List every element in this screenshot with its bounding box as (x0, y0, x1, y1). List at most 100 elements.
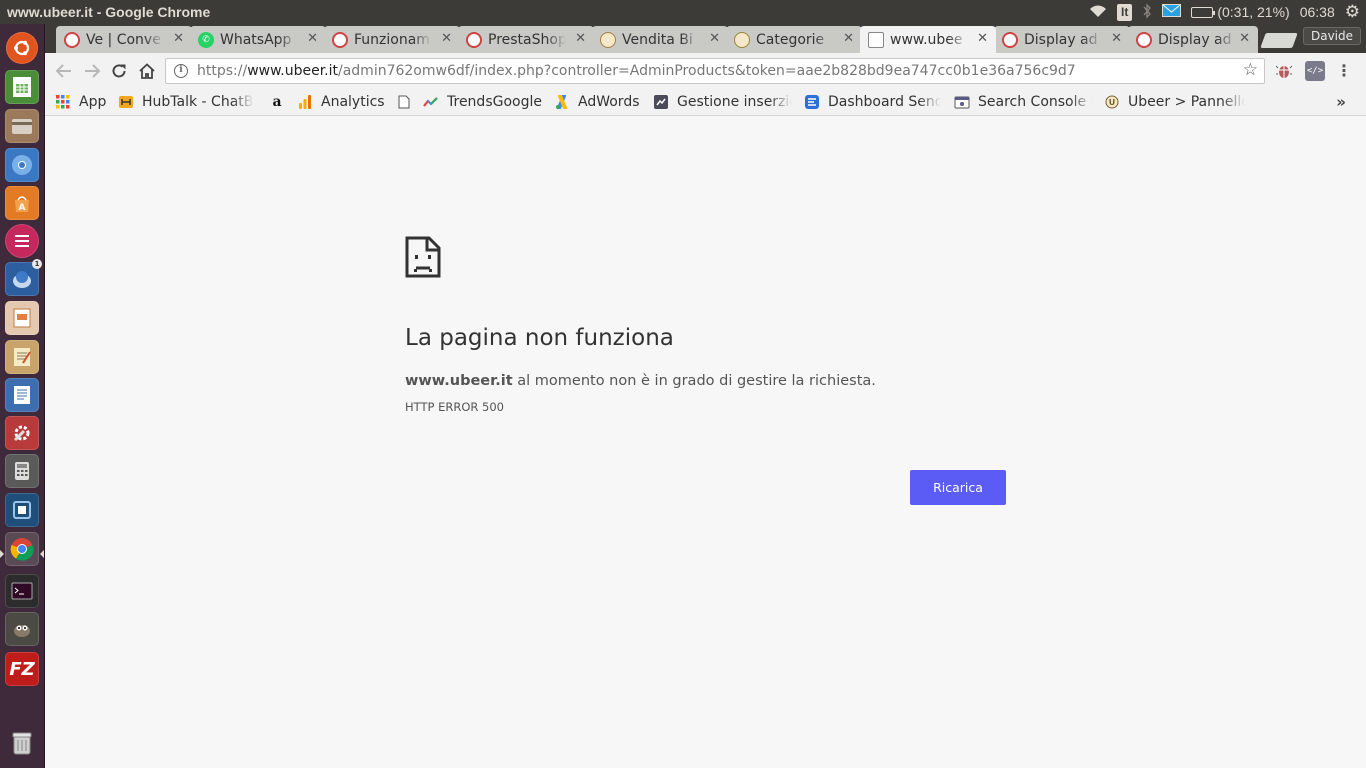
hubtalk-icon (118, 94, 134, 110)
reload-toolbar-button[interactable] (105, 57, 133, 85)
home-button[interactable] (133, 57, 161, 85)
libreoffice-writer-icon[interactable] (5, 378, 39, 412)
tab-3[interactable]: PrestaShop ✕ (458, 26, 594, 53)
ubeer-icon (600, 31, 616, 48)
home-icon (139, 63, 155, 79)
bookmark-apps[interactable]: App (55, 92, 106, 112)
keyboard-layout-indicator[interactable]: It (1116, 3, 1133, 21)
system-settings-icon[interactable] (5, 416, 39, 450)
forward-button[interactable] (78, 57, 106, 85)
close-icon[interactable]: ✕ (307, 31, 318, 46)
settings-gear-icon[interactable]: ⚙ (1345, 2, 1360, 22)
amazon-icon: a (272, 94, 282, 110)
bookmark-label: Ubeer > Pannello (1128, 94, 1245, 110)
wifi-icon[interactable] (1089, 4, 1107, 21)
tab-title: WhatsApp (220, 31, 292, 48)
sendinblue-icon (804, 94, 820, 110)
search-console-icon (954, 94, 970, 110)
prestashop-icon (332, 31, 348, 48)
close-icon[interactable]: ✕ (843, 31, 854, 46)
tab-title: Categorie (756, 31, 825, 48)
software-center-icon[interactable]: A (5, 186, 39, 220)
tab-0[interactable]: Ve | Conve ✕ (56, 26, 192, 53)
close-icon[interactable]: ✕ (575, 31, 586, 46)
bookmark-label: Analytics (321, 94, 385, 110)
bookmark-dashboard-send[interactable]: Dashboard Send (804, 92, 941, 112)
tab-1[interactable]: ✆ WhatsApp ✕ (190, 26, 326, 53)
calculator-icon[interactable] (5, 454, 39, 488)
bookmark-label: Dashboard Send (828, 94, 941, 110)
error-code: HTTP ERROR 500 (405, 400, 504, 414)
kebab-menu-icon[interactable]: ⋮ (1336, 61, 1352, 80)
code-extension-icon[interactable]: </> (1305, 61, 1325, 81)
tab-4[interactable]: Vendita Bi ✕ (592, 26, 728, 53)
prestashop-icon (64, 31, 80, 48)
tab-6-active[interactable]: www.ubee ✕ (860, 26, 996, 53)
bookmark-ubeer[interactable]: U Ubeer > Pannello (1104, 92, 1245, 112)
tab-title: Display ad (1158, 31, 1232, 48)
file-manager-icon[interactable] (5, 109, 39, 143)
error-message: www.ubeer.it al momento non è in grado d… (405, 373, 876, 389)
bookmark-trends[interactable]: TrendsGoogle (423, 92, 542, 112)
tab-strip: Ve | Conve ✕ ✆ WhatsApp ✕ Funzionam ✕ Pr… (45, 24, 1366, 53)
bookmark-blank[interactable] (396, 92, 420, 112)
bookmark-star-icon[interactable]: ☆ (1243, 60, 1258, 80)
filezilla-icon[interactable]: FZ (5, 652, 39, 686)
bookmark-analytics[interactable]: Analytics (297, 92, 385, 112)
bookmark-label: TrendsGoogle (447, 94, 542, 110)
mail-icon[interactable] (1162, 4, 1182, 20)
virtualbox-icon[interactable] (5, 493, 39, 527)
bookmark-gestione[interactable]: Gestione inserzio (653, 92, 792, 112)
elementary-app-icon[interactable] (5, 224, 39, 258)
clock[interactable]: 06:38 (1300, 4, 1335, 20)
tab-8[interactable]: Display ad ✕ (1128, 26, 1258, 53)
bookmark-search-console[interactable]: Search Console - (954, 92, 1093, 112)
battery-indicator[interactable]: (0:31, 21%) (1191, 4, 1290, 20)
close-icon[interactable]: ✕ (709, 31, 720, 46)
new-tab-button[interactable] (1260, 33, 1298, 48)
bug-extension-icon[interactable] (1274, 61, 1294, 81)
bookmark-label: Gestione inserzio (677, 94, 792, 110)
chromium-icon[interactable] (5, 148, 39, 182)
close-icon[interactable]: ✕ (173, 31, 184, 46)
bookmark-hubtalk[interactable]: HubTalk - ChatBo (118, 92, 254, 112)
notification-badge: 1 (32, 259, 42, 269)
prestashop-icon (1136, 31, 1152, 48)
gestione-icon (653, 94, 669, 110)
libreoffice-impress-icon[interactable] (5, 301, 39, 335)
bluetooth-icon[interactable] (1142, 2, 1152, 22)
tab-2[interactable]: Funzionam ✕ (324, 26, 460, 53)
address-bar[interactable]: i https://www.ubeer.it/admin762omw6df/in… (165, 58, 1265, 84)
blank-page-icon (396, 94, 412, 110)
tab-title: PrestaShop (488, 31, 566, 48)
prestashop-icon (1002, 31, 1018, 48)
running-indicator (0, 550, 4, 558)
text-editor-icon[interactable] (5, 340, 39, 374)
close-icon[interactable]: ✕ (1111, 31, 1122, 46)
bookmark-amazon[interactable]: a (269, 92, 293, 112)
tab-5[interactable]: Categorie ✕ (726, 26, 862, 53)
tab-title: Display ad (1024, 31, 1098, 48)
close-icon[interactable]: ✕ (441, 31, 452, 46)
trash-icon[interactable] (5, 726, 39, 760)
google-chrome-icon[interactable] (5, 532, 39, 566)
gimp-icon[interactable] (5, 612, 39, 646)
more-bookmarks-icon[interactable]: » (1336, 93, 1346, 111)
page-icon (868, 31, 884, 48)
profile-button[interactable]: Davide (1303, 27, 1361, 45)
libreoffice-calc-icon[interactable] (5, 70, 39, 104)
bookmark-adwords[interactable]: AdWords (554, 92, 640, 112)
back-button[interactable] (50, 57, 78, 85)
thunderbird-icon[interactable]: 1 (5, 259, 42, 296)
reload-button[interactable]: Ricarica (910, 470, 1006, 505)
close-icon[interactable]: ✕ (977, 31, 988, 46)
ubuntu-dash-icon[interactable] (6, 32, 38, 64)
url-text: https://www.ubeer.it/admin762omw6df/inde… (197, 63, 1076, 79)
analytics-icon (297, 94, 313, 110)
info-icon[interactable]: i (174, 64, 188, 78)
url-host: www.ubeer.it (247, 63, 338, 79)
close-icon[interactable]: ✕ (1239, 31, 1250, 46)
tab-7[interactable]: Display ad ✕ (994, 26, 1130, 53)
terminal-icon[interactable] (5, 574, 39, 608)
reload-icon (112, 64, 126, 78)
